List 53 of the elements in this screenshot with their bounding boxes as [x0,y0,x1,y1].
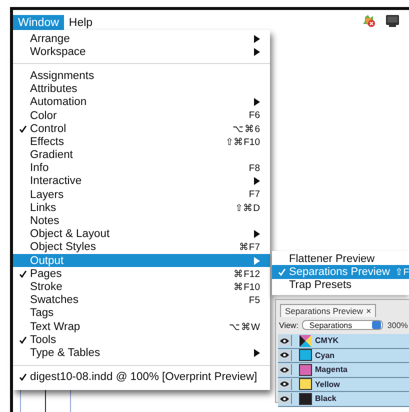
visibility-toggle[interactable] [278,335,292,346]
menu-item[interactable]: Trap Presets [272,278,409,292]
eye-icon [280,381,289,388]
eye-icon [280,396,289,402]
menu-item[interactable]: Arrange [13,32,270,46]
menu-item[interactable]: Workspace [13,45,270,58]
menu-item[interactable]: Object Styles ⌘F7 [13,240,270,254]
eye-icon [280,366,289,373]
view-dropdown[interactable]: Separations [302,320,384,330]
menu-item[interactable]: Assignments [13,69,270,83]
eye-icon [280,352,289,358]
menu-item[interactable]: Interactive [13,174,270,188]
menu-item[interactable]: Color F6 [13,108,270,122]
display-icon[interactable] [386,15,399,27]
menu-item[interactable]: Info F8 [13,162,270,175]
view-label: View: [279,320,298,330]
menu-item[interactable]: Control ⌥⌘6 [13,122,270,136]
eye-icon [280,338,289,344]
menu-item[interactable]: Tools [13,333,270,346]
menu-item[interactable]: Layers F7 [13,188,270,202]
menu-item[interactable]: Object & Layout [13,228,270,241]
menu-item[interactable]: Gradient [13,148,270,162]
visibility-toggle[interactable] [278,393,292,404]
menu-item[interactable]: Attributes [13,82,270,96]
menu-item[interactable]: Output [13,254,270,268]
visibility-toggle[interactable] [278,350,292,361]
menu-item[interactable]: Automation [13,96,270,109]
visibility-toggle[interactable] [278,378,292,390]
menu-item[interactable]: Notes [13,214,270,228]
ink-name: Yellow [315,380,340,389]
ink-name: CMYK [315,336,339,346]
ink-name: Magenta [315,365,348,374]
menu-item[interactable]: Type & Tables [13,346,270,360]
status-warning-icon[interactable] [362,14,376,28]
ink-name: Black [315,394,336,404]
menu-bar-item[interactable]: Window [13,15,64,30]
visibility-toggle[interactable] [278,364,292,376]
ink-name: Cyan [315,350,335,360]
menu-item[interactable]: Links ⇧⌘D [13,201,270,214]
menu-item[interactable]: Effects ⇧⌘F10 [13,135,270,148]
panel-tab-label[interactable]: Separations Preview [285,306,363,316]
menu-item[interactable]: Separations Preview ⇧F [272,265,409,279]
menu-item[interactable]: Stroke ⌘F10 [13,280,270,294]
menu-item[interactable]: Swatches F5 [13,294,270,307]
close-button[interactable]: × [366,306,372,316]
menu-item[interactable]: digest10-08.indd @ 100% [Overprint Preview] [13,370,270,384]
composite-swatch-icon [299,334,312,347]
menu-item[interactable]: Pages ⌘F12 [13,267,270,280]
menu-bar-item[interactable]: Help [64,15,98,30]
menu-item[interactable]: Text Wrap ⌥⌘W [13,320,270,334]
menu-item[interactable]: Flattener Preview [272,252,409,266]
zoom-field[interactable]: 300% [387,320,408,330]
menu-item[interactable]: Tags [13,306,270,320]
